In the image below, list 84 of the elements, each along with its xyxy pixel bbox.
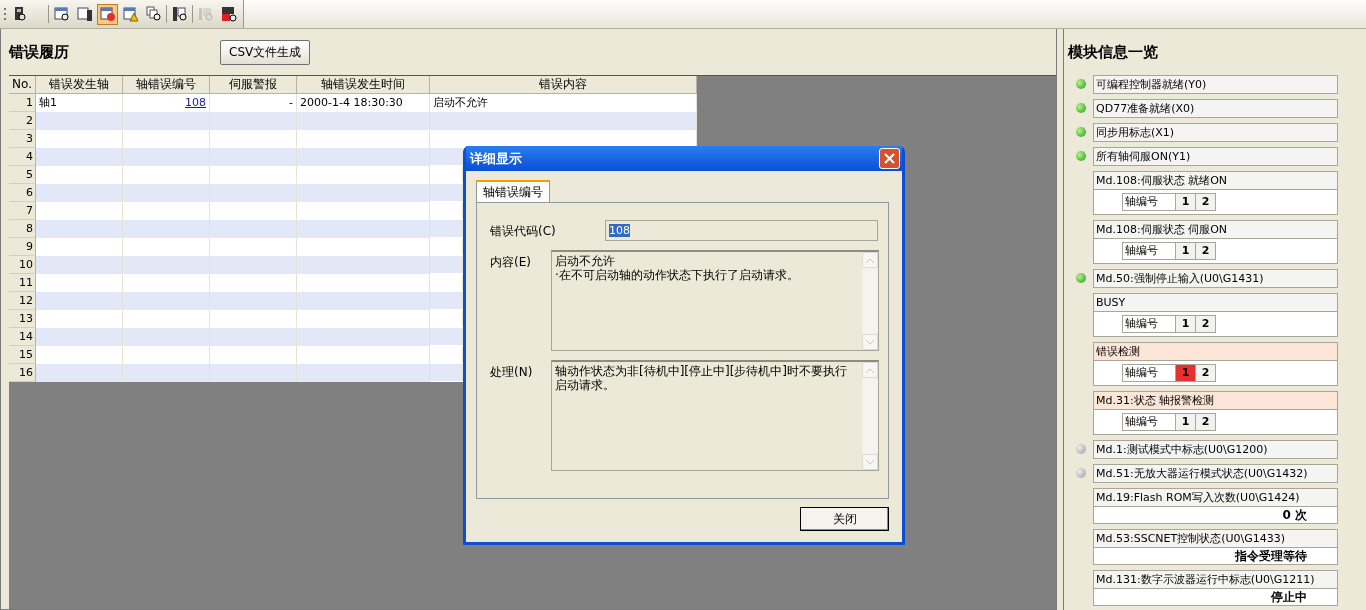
field-label: 处理(N) bbox=[490, 364, 534, 381]
axis-number: 1 bbox=[1176, 315, 1196, 333]
status-label: BUSY bbox=[1094, 294, 1337, 312]
axis-number: 1 bbox=[1176, 193, 1196, 211]
status-label: Md.1:测试模式中标志(U0\G1200) bbox=[1094, 441, 1337, 458]
row-number: 8 bbox=[9, 220, 36, 238]
status-value: 指令受理等待 bbox=[1234, 548, 1308, 564]
text-line: 启动不允许 bbox=[554, 254, 616, 268]
column-header[interactable]: 伺服警报 bbox=[210, 76, 297, 94]
pages-search-icon bbox=[145, 6, 162, 22]
row-number: 4 bbox=[9, 148, 36, 166]
axis-number: 1 bbox=[1176, 242, 1196, 260]
table-error-icon bbox=[99, 6, 116, 22]
row-number: 10 bbox=[9, 256, 36, 274]
status-label: Md.108:伺服状态 就绪ON bbox=[1094, 172, 1337, 190]
row-number: 14 bbox=[9, 328, 36, 346]
column-header[interactable]: No. bbox=[9, 76, 36, 94]
module-search-icon bbox=[12, 6, 27, 22]
status-label: QD77准备就绪(X0) bbox=[1094, 100, 1337, 117]
status-label: 可编程控制器就绪(Y0) bbox=[1094, 76, 1337, 93]
axis-number: 1 bbox=[1176, 364, 1196, 382]
row-number: 11 bbox=[9, 274, 36, 292]
status-value: 停止中 bbox=[1270, 589, 1308, 605]
table-warning-icon bbox=[122, 6, 139, 22]
row-number: 5 bbox=[9, 166, 36, 184]
status-label: Md.19:Flash ROM写入次数(U0\G1424) bbox=[1094, 489, 1337, 507]
status-label: Md.131:数字示波器运行中标志(U0\G1211) bbox=[1094, 571, 1337, 589]
row-number: 9 bbox=[9, 238, 36, 256]
column-header[interactable]: 错误发生轴 bbox=[36, 76, 123, 94]
row-number: 2 bbox=[9, 112, 36, 130]
faded-search-icon bbox=[197, 6, 214, 22]
field-label: 内容(E) bbox=[490, 254, 532, 271]
axis-number: 2 bbox=[1196, 242, 1216, 260]
row-number: 6 bbox=[9, 184, 36, 202]
column-header[interactable]: 错误内容 bbox=[430, 76, 697, 94]
column-search-icon bbox=[171, 6, 188, 22]
dialog-title: 详细显示 bbox=[470, 149, 522, 168]
axis-number: 2 bbox=[1196, 364, 1216, 382]
text-line: ·在不可启动轴的动作状态下执行了启动请求。 bbox=[554, 268, 800, 282]
error-number-link[interactable]: 108 bbox=[185, 96, 206, 109]
axis-label: 轴编号 bbox=[1122, 193, 1176, 211]
table-cell: 轴1 bbox=[36, 94, 123, 112]
column-header[interactable]: 轴错误编号 bbox=[123, 76, 210, 94]
row-number: 13 bbox=[9, 310, 36, 328]
row-number: 1 bbox=[9, 94, 36, 112]
axis-label: 轴编号 bbox=[1122, 242, 1176, 260]
row-number: 3 bbox=[9, 130, 36, 148]
status-label: Md.50:强制停止输入(U0\G1431) bbox=[1094, 270, 1337, 287]
axis-label: 轴编号 bbox=[1122, 413, 1176, 431]
csv-button[interactable]: CSV文件生成 bbox=[220, 39, 311, 65]
row-number: 15 bbox=[9, 346, 36, 364]
table-cell: 启动不允许 bbox=[430, 94, 697, 112]
axis-number: 2 bbox=[1196, 413, 1216, 431]
panel-title: 模块信息一览 bbox=[1068, 42, 1159, 63]
close-dialog-button[interactable]: 关闭 bbox=[800, 507, 889, 531]
status-label: Md.31:状态 轴报警检测 bbox=[1094, 392, 1337, 410]
action-text: 轴动作状态为非[待机中][停止中][步待机中]时不要执行启动请求。 bbox=[553, 363, 849, 394]
row-number: 7 bbox=[9, 202, 36, 220]
status-label: 同步用标志(X1) bbox=[1094, 124, 1337, 141]
status-label: Md.108:伺服状态 伺服ON bbox=[1094, 221, 1337, 239]
monitor-icon bbox=[76, 6, 93, 22]
list-search-icon bbox=[53, 6, 70, 22]
axis-number: 2 bbox=[1196, 315, 1216, 333]
status-value: 0 次 bbox=[1281, 507, 1308, 523]
panel-title: 错误履历 bbox=[9, 42, 70, 62]
grip-icon bbox=[4, 7, 7, 21]
error-code-field[interactable]: 108 bbox=[605, 220, 878, 241]
tab[interactable]: 轴错误编号 bbox=[476, 180, 550, 202]
status-label: Md.51:无放大器运行模式状态(U0\G1432) bbox=[1094, 465, 1337, 482]
status-label: 所有轴伺服ON(Y1) bbox=[1094, 148, 1337, 165]
block-search-icon bbox=[220, 6, 237, 22]
axis-number: 1 bbox=[1176, 413, 1196, 431]
column-header[interactable]: 轴错误发生时间 bbox=[297, 76, 430, 94]
axis-label: 轴编号 bbox=[1122, 315, 1176, 333]
status-label: 错误检测 bbox=[1094, 343, 1337, 361]
field-label: 错误代码(C) bbox=[490, 223, 553, 240]
close-button[interactable] bbox=[879, 148, 900, 169]
axis-number: 2 bbox=[1196, 193, 1216, 211]
table-cell: 2000-1-4 18:30:30 bbox=[297, 94, 430, 112]
axis-label: 轴编号 bbox=[1122, 364, 1176, 382]
status-label: Md.53:SSCNET控制状态(U0\G1433) bbox=[1094, 530, 1337, 548]
close-icon bbox=[884, 153, 895, 164]
row-number: 12 bbox=[9, 292, 36, 310]
row-number: 16 bbox=[9, 364, 36, 382]
